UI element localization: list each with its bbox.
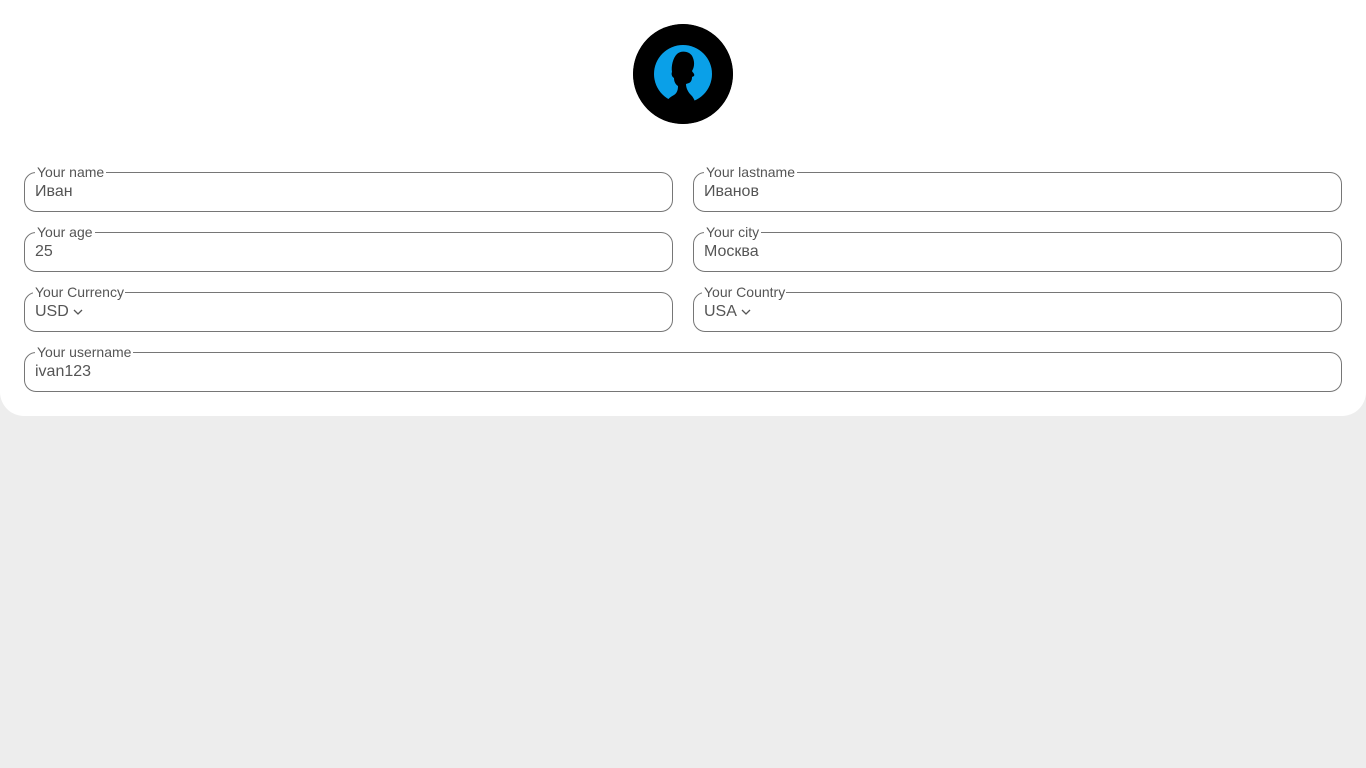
country-select[interactable]: USA <box>704 302 751 322</box>
city-input[interactable] <box>704 242 1304 262</box>
lastname-input[interactable] <box>704 182 1304 202</box>
age-label: Your age <box>35 223 95 241</box>
currency-value: USD <box>35 303 69 320</box>
city-field[interactable]: Your city <box>693 223 1342 272</box>
username-input[interactable] <box>35 362 1325 382</box>
avatar[interactable] <box>633 24 733 124</box>
username-label: Your username <box>35 343 134 361</box>
name-field[interactable]: Your name <box>24 163 673 212</box>
currency-label: Your Currency <box>33 283 125 301</box>
currency-field[interactable]: Your Currency USD <box>24 283 673 332</box>
name-label: Your name <box>35 163 107 181</box>
lastname-field[interactable]: Your lastname <box>693 163 1342 212</box>
chevron-down-icon <box>73 302 83 322</box>
profile-card: Your name Your lastname Your age Your ci… <box>0 0 1366 416</box>
username-field[interactable]: Your username <box>24 343 1342 392</box>
chevron-down-icon <box>741 302 751 322</box>
city-label: Your city <box>704 223 762 241</box>
lastname-label: Your lastname <box>704 163 797 181</box>
country-label: Your Country <box>702 283 787 301</box>
country-value: USA <box>704 303 737 320</box>
age-field[interactable]: Your age <box>24 223 673 272</box>
name-input[interactable] <box>35 182 635 202</box>
currency-select[interactable]: USD <box>35 302 83 322</box>
country-field[interactable]: Your Country USA <box>693 283 1342 332</box>
age-input[interactable] <box>35 242 635 262</box>
user-silhouette-icon <box>633 24 733 124</box>
